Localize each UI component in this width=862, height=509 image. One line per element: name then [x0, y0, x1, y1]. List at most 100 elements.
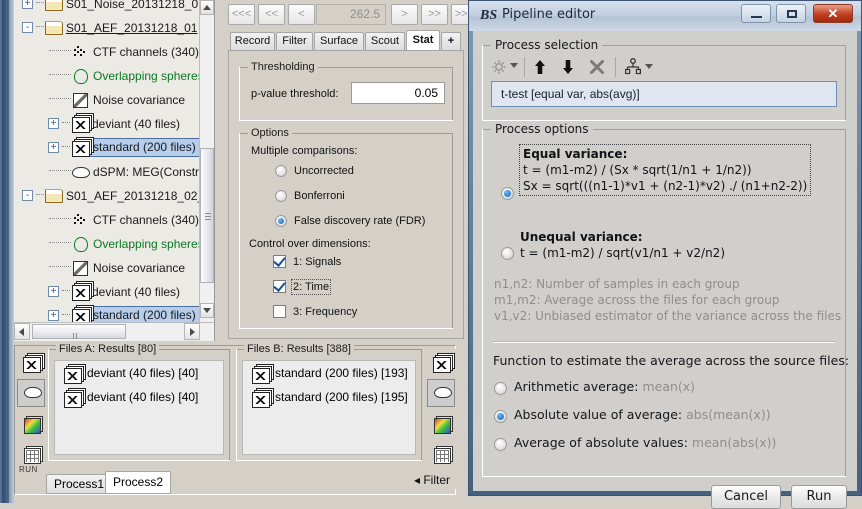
checkbox-frequency[interactable]	[273, 305, 286, 318]
tree-vertical-scrollbar[interactable]	[199, 0, 214, 340]
radio-arithmetic-average[interactable]	[494, 382, 507, 395]
tree-item[interactable]: +deviant (40 files)	[14, 279, 200, 303]
files-a-list[interactable]: deviant (40 files) [40]deviant (40 files…	[54, 360, 224, 455]
file-list-item[interactable]: standard (200 files) [193]	[243, 361, 415, 385]
radio-fdr[interactable]	[275, 215, 287, 227]
file-list-item[interactable]: deviant (40 files) [40]	[55, 385, 223, 409]
scroll-up-arrow[interactable]	[200, 0, 214, 15]
tab-surface[interactable]: Surface	[314, 32, 364, 51]
cancel-button[interactable]: Cancel	[711, 485, 781, 509]
radio-fdr-label[interactable]: False discovery rate (FDR)	[294, 215, 425, 227]
selected-process-item[interactable]: t-test [equal var, abs(avg)]	[491, 81, 837, 107]
tree-item[interactable]: +standard (200 files)	[14, 135, 200, 159]
tree-item[interactable]: Overlapping spheres	[14, 231, 200, 255]
database-tree[interactable]: +S01_Noise_20131218_01-S01_AEF_20131218_…	[14, 0, 200, 340]
move-up-button[interactable]	[533, 59, 551, 75]
unequal-variance-block[interactable]: Unequal variance: t = (m1-m2) / sqrt(v1/…	[520, 230, 725, 260]
scroll-down-arrow[interactable]	[200, 303, 214, 318]
expand-icon[interactable]: +	[22, 0, 33, 9]
pvalue-threshold-label: p-value threshold:	[251, 88, 338, 100]
checkbox-time-label[interactable]: 2: Time	[293, 281, 329, 293]
average-of-absolute-values-row[interactable]: Average of absolute values: mean(abs(x))	[514, 435, 776, 450]
database-tree-panel[interactable]: +S01_Noise_20131218_01-S01_AEF_20131218_…	[14, 0, 215, 341]
recordings-icon	[433, 357, 451, 373]
tab-stat[interactable]: Stat	[406, 30, 440, 51]
nav-next-fast-button[interactable]: >>	[421, 4, 448, 25]
pvalue-threshold-input[interactable]: 0.05	[351, 82, 445, 104]
collapse-icon[interactable]: -	[22, 22, 33, 33]
recordings-button-b[interactable]	[427, 349, 455, 377]
minimize-button[interactable]	[741, 4, 771, 23]
time-value-field[interactable]: 262.5	[316, 4, 386, 25]
expand-icon[interactable]: +	[48, 310, 59, 321]
checkbox-time[interactable]	[273, 280, 286, 293]
sources-button[interactable]	[17, 379, 45, 407]
expand-icon[interactable]: +	[48, 118, 59, 129]
process-tab-process1[interactable]: Process1	[46, 474, 112, 494]
tree-item[interactable]: CTF channels (340)	[14, 207, 200, 231]
radio-unequal-variance[interactable]	[501, 247, 514, 260]
tab-record[interactable]: Record	[230, 32, 275, 51]
tree-item[interactable]: Noise covariance	[14, 255, 200, 279]
scroll-left-arrow[interactable]	[14, 323, 30, 340]
process-tab-process2[interactable]: Process2	[105, 471, 171, 494]
tree-item[interactable]: +deviant (40 files)	[14, 111, 200, 135]
tree-item[interactable]: dSPM: MEG(Constr)	[14, 159, 200, 183]
checkbox-signals[interactable]	[273, 255, 286, 268]
tree-item[interactable]: +S01_Noise_20131218_01	[14, 0, 200, 15]
sources-button-b[interactable]	[427, 379, 455, 407]
tree-item[interactable]: -S01_AEF_20131218_01	[14, 15, 200, 39]
nav-next-button[interactable]: >	[391, 4, 418, 25]
maximize-button[interactable]	[776, 4, 806, 23]
tab-add-button[interactable]: +	[441, 32, 461, 51]
files-b-list[interactable]: standard (200 files) [193]standard (200 …	[242, 360, 416, 455]
matrix-button[interactable]	[17, 439, 45, 467]
radio-bonferroni-label[interactable]: Bonferroni	[294, 190, 345, 202]
recordings-button[interactable]	[17, 349, 45, 377]
tab-filter[interactable]: Filter	[276, 32, 313, 51]
tree-horizontal-scrollbar[interactable]	[14, 322, 214, 341]
tree-item-label: CTF channels (340)	[93, 45, 199, 59]
tree-item[interactable]: Overlapping spheres	[14, 63, 200, 87]
tree-item[interactable]: -S01_AEF_20131218_02_	[14, 183, 200, 207]
hscroll-thumb[interactable]	[32, 324, 126, 339]
timefreq-button[interactable]	[17, 409, 45, 437]
radio-average-of-absolute-values[interactable]	[494, 438, 507, 451]
tree-item[interactable]: Noise covariance	[14, 87, 200, 111]
collapse-icon[interactable]: -	[22, 190, 33, 201]
file-list-item[interactable]: deviant (40 files) [40]	[55, 361, 223, 385]
radio-bonferroni[interactable]	[275, 190, 287, 202]
pipeline-tree-button[interactable]	[624, 58, 652, 76]
panel-tabs[interactable]: RecordFilterSurfaceScoutStat+	[228, 30, 464, 51]
nav-prev-fast-button[interactable]: <<	[258, 4, 285, 25]
minimize-icon	[751, 16, 762, 18]
tree-item[interactable]: CTF channels (340)	[14, 39, 200, 63]
equal-variance-block[interactable]: Equal variance: t = (m1-m2) / (Sx * sqrt…	[520, 145, 810, 195]
delete-process-button[interactable]	[589, 59, 607, 75]
nav-first-button[interactable]: <<<	[228, 4, 255, 25]
file-list-item[interactable]: standard (200 files) [195]	[243, 385, 415, 409]
filter-toggle[interactable]: ◂ Filter	[414, 473, 450, 487]
expand-icon[interactable]: +	[48, 286, 59, 297]
scroll-right-arrow[interactable]	[184, 323, 200, 340]
radio-uncorrected[interactable]	[275, 165, 287, 177]
expand-icon[interactable]: +	[48, 142, 59, 153]
checkbox-signals-label[interactable]: 1: Signals	[293, 256, 341, 268]
absolute-value-of-average-row[interactable]: Absolute value of average: abs(mean(x))	[514, 407, 771, 422]
nav-prev-button[interactable]: <	[288, 4, 315, 25]
filter-arrow-icon: ◂	[414, 473, 420, 487]
tab-scout[interactable]: Scout	[365, 32, 405, 51]
radio-uncorrected-label[interactable]: Uncorrected	[294, 165, 354, 177]
gear-dropdown-button[interactable]	[491, 57, 521, 77]
close-button[interactable]: ✕	[813, 4, 853, 23]
move-down-button[interactable]	[561, 59, 579, 75]
timefreq-button-b[interactable]	[427, 409, 455, 437]
matrix-button-b[interactable]	[427, 439, 455, 467]
radio-equal-variance[interactable]	[501, 187, 514, 200]
radio-absolute-value-of-average[interactable]	[494, 410, 507, 423]
scroll-thumb[interactable]	[200, 148, 214, 283]
pipeline-titlebar[interactable]: BS Pipeline editor ✕	[469, 1, 861, 31]
checkbox-frequency-label[interactable]: 3: Frequency	[293, 306, 357, 318]
run-button[interactable]: Run	[791, 485, 847, 509]
arithmetic-average-row[interactable]: Arithmetic average: mean(x)	[514, 379, 695, 394]
